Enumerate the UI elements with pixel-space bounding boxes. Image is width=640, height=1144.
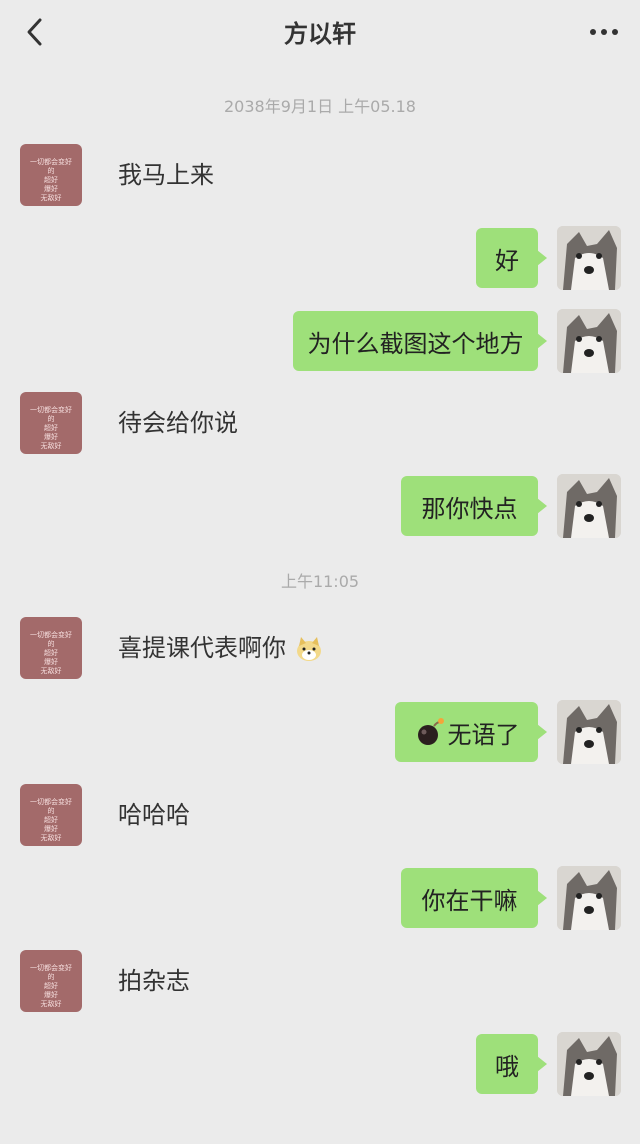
bomb-emoji-icon [417,718,444,745]
contact-avatar[interactable]: 一切都会变好的 超好 爆好 无敌好 [20,784,82,846]
message-bubble[interactable]: 好 [476,228,547,288]
user-avatar[interactable] [557,309,621,373]
message-row[interactable]: 喜提课代表啊你 [118,633,324,664]
avatar-text: 一切都会变好的 超好 爆好 无敌好 [30,158,72,202]
message-text: 好 [495,246,519,275]
chat-header: 方以轩 [0,0,640,64]
husky-avatar-icon [557,1032,621,1096]
message-bubble[interactable]: 哦 [476,1034,547,1094]
user-avatar[interactable] [557,474,621,538]
more-button[interactable] [586,14,622,50]
contact-avatar[interactable]: 一切都会变好的 超好 爆好 无敌好 [20,950,82,1012]
doge-emoji-icon [296,637,321,661]
message-text: 哦 [495,1052,519,1081]
message-text[interactable]: 哈哈哈 [118,800,190,830]
husky-avatar-icon [557,309,621,373]
user-avatar[interactable] [557,226,621,290]
avatar-text: 一切都会变好的 超好 爆好 无敌好 [30,964,72,1008]
avatar-text: 一切都会变好的 超好 爆好 无敌好 [30,798,72,842]
user-avatar[interactable] [557,1032,621,1096]
message-text: 为什么截图这个地方 [307,329,524,358]
husky-avatar-icon [557,866,621,930]
message-text[interactable]: 待会给你说 [118,408,238,438]
husky-avatar-icon [557,226,621,290]
message-text: 你在干嘛 [421,886,518,915]
timestamp: 上午11:05 [280,572,360,591]
message-bubble[interactable]: 为什么截图这个地方 [293,311,547,371]
contact-avatar[interactable]: 一切都会变好的 超好 爆好 无敌好 [20,617,82,679]
message-bubble[interactable]: 你在干嘛 [401,868,547,928]
husky-avatar-icon [557,474,621,538]
chat-title: 方以轩 [284,20,356,48]
contact-avatar[interactable]: 一切都会变好的 超好 爆好 无敌好 [20,392,82,454]
message-text: 无语了 [447,720,520,749]
message-text: 那你快点 [421,494,518,523]
husky-avatar-icon [557,700,621,764]
message-bubble[interactable]: 那你快点 [401,476,547,536]
avatar-text: 一切都会变好的 超好 爆好 无敌好 [30,406,72,450]
message-text[interactable]: 拍杂志 [118,966,190,996]
message-bubble[interactable]: 无语了 [395,702,547,762]
avatar-text: 一切都会变好的 超好 爆好 无敌好 [30,631,72,675]
ellipsis-icon [590,29,618,35]
user-avatar[interactable] [557,866,621,930]
message-text: 喜提课代表啊你 [118,634,286,662]
timestamp: 2038年9月1日 上午05.18 [224,97,416,116]
user-avatar[interactable] [557,700,621,764]
contact-avatar[interactable]: 一切都会变好的 超好 爆好 无敌好 [20,144,82,206]
message-text[interactable]: 我马上来 [118,160,214,190]
